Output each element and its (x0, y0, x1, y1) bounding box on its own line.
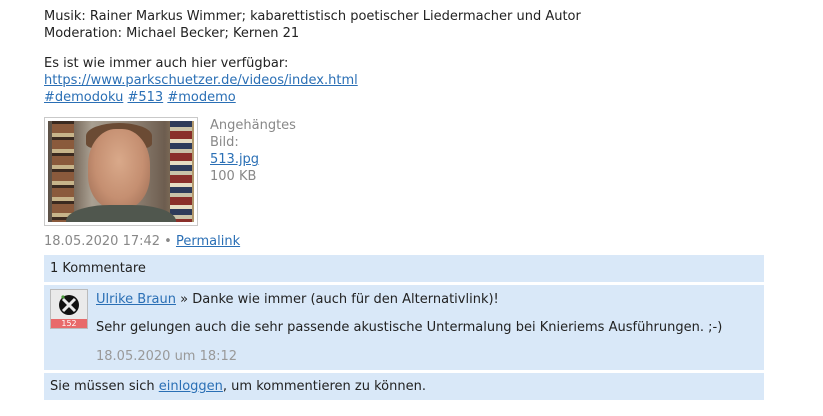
music-line: Musik: Rainer Markus Wimmer; kabarettist… (44, 9, 581, 24)
comment-body: Sehr gelungen auch die sehr passende aku… (96, 320, 723, 335)
attachment-meta: Angehängtes Bild: 513.jpg 100 KB (210, 117, 296, 185)
comment-date: 18.05.2020 um 18:12 (96, 349, 238, 364)
post-date: 18.05.2020 17:42 (44, 234, 161, 249)
login-notice: Sie müssen sich einloggen, um kommentier… (44, 373, 764, 400)
login-prefix: Sie müssen sich (50, 379, 155, 394)
video-link[interactable]: https://www.parkschuetzer.de/videos/inde… (44, 73, 358, 88)
post-meta: 18.05.2020 17:42 • Permalink (44, 234, 240, 249)
comment-item: 152 Ulrike Braun » Danke wie immer (auch… (44, 285, 764, 370)
meta-separator: • (164, 234, 172, 249)
avatar[interactable]: 152 (50, 289, 88, 329)
comment-count-bar: 1 Kommentare (44, 255, 764, 282)
comment-header: Ulrike Braun » Danke wie immer (auch für… (96, 292, 499, 307)
avatar-badge: 152 (51, 319, 87, 328)
comment-arrow: » (180, 292, 189, 307)
tag-list: #demodoku #513 #modemo (44, 89, 764, 106)
comment-author-link[interactable]: Ulrike Braun (96, 292, 176, 307)
tag-513[interactable]: #513 (127, 90, 163, 105)
moderation-line: Moderation: Michael Becker; Kernen 21 (44, 26, 300, 41)
attachment-thumbnail[interactable] (44, 117, 198, 226)
login-link[interactable]: einloggen (159, 379, 223, 394)
comment-count: 1 Kommentare (50, 261, 146, 276)
tag-modemo[interactable]: #modemo (167, 90, 235, 105)
avatar-x-icon (59, 295, 79, 315)
comment-title: Danke wie immer (auch für den Alternativ… (192, 292, 499, 307)
attachment-size: 100 KB (210, 169, 257, 184)
login-suffix: , um kommentieren zu können. (222, 379, 426, 394)
permalink-link[interactable]: Permalink (176, 234, 240, 249)
attachment-label: Angehängtes Bild: (210, 118, 296, 150)
available-line: Es ist wie immer auch hier verfügbar: (44, 56, 289, 71)
attachment-file-link[interactable]: 513.jpg (210, 152, 259, 167)
post: Musik: Rainer Markus Wimmer; kabarettist… (44, 8, 764, 249)
tag-demodoku[interactable]: #demodoku (44, 90, 123, 105)
